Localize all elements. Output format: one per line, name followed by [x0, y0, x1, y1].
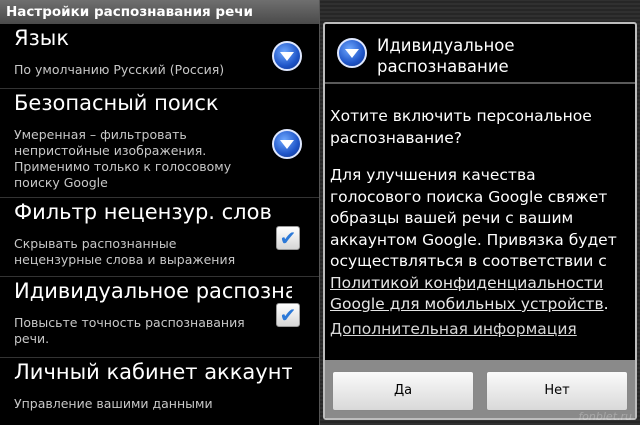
more-info-link[interactable]: Дополнительная информация	[330, 320, 577, 338]
checkbox-checked[interactable]: ✔	[276, 226, 300, 250]
dialog-message-text: Для улучшения качества голосового поиска…	[330, 166, 617, 270]
dialog-title: Идивидуальное распознавание	[377, 36, 515, 76]
setting-title: Личный кабинет аккаунта Google	[14, 360, 292, 384]
setting-summary: По умолчанию Русский (Россия)	[14, 62, 225, 77]
setting-language[interactable]: Язык По умолчанию Русский (Россия)	[0, 24, 320, 89]
chevron-down-icon[interactable]	[272, 129, 302, 159]
yes-button[interactable]: Да	[332, 371, 474, 411]
checkbox-checked[interactable]: ✔	[276, 303, 300, 327]
chevron-down-icon[interactable]	[272, 41, 302, 71]
dialog-message-end: .	[603, 295, 609, 313]
privacy-policy-link[interactable]: Политикой конфиденциальности Google для …	[330, 274, 604, 314]
settings-screen: Настройки распознавания речи Язык По умо…	[0, 0, 320, 425]
dialog-header: Идивидуальное распознавание	[325, 24, 635, 84]
watermark: fonblet.ru	[578, 410, 632, 423]
setting-title: Безопасный поиск	[14, 91, 219, 115]
setting-profanity-filter[interactable]: Фильтр нецензур. слов Скрывать распознан…	[0, 198, 320, 277]
no-button[interactable]: Нет	[486, 371, 628, 411]
setting-title: Идивидуальное распознавание	[14, 279, 292, 303]
setting-title: Язык	[14, 26, 70, 50]
dialog-question: Хотите включить персональное распознаван…	[330, 107, 592, 147]
setting-summary: Управление вашими данными	[14, 396, 213, 411]
setting-personal-recognition[interactable]: Идивидуальное распознавание Повысьте точ…	[0, 277, 320, 358]
dialog-screen: Идивидуальное распознавание Хотите включ…	[320, 0, 640, 425]
setting-title: Фильтр нецензур. слов	[14, 200, 272, 224]
setting-summary: Умеренная – фильтровать непристойные изо…	[14, 127, 232, 190]
setting-account-dashboard[interactable]: Личный кабинет аккаунта Google Управлени…	[0, 358, 320, 425]
dialog-message: Для улучшения качества голосового поиска…	[330, 165, 628, 316]
page-title: Настройки распознавания речи	[0, 0, 320, 24]
setting-summary: Скрывать распознанные нецензурные слова …	[14, 236, 236, 267]
dialog-body: Хотите включить персональное распознаван…	[330, 106, 628, 316]
chevron-down-icon	[337, 38, 367, 68]
setting-safe-search[interactable]: Безопасный поиск Умеренная – фильтровать…	[0, 89, 320, 198]
setting-summary: Повысьте точность распознавания речи.	[14, 315, 245, 346]
personal-recognition-dialog: Идивидуальное распознавание Хотите включ…	[323, 22, 637, 420]
